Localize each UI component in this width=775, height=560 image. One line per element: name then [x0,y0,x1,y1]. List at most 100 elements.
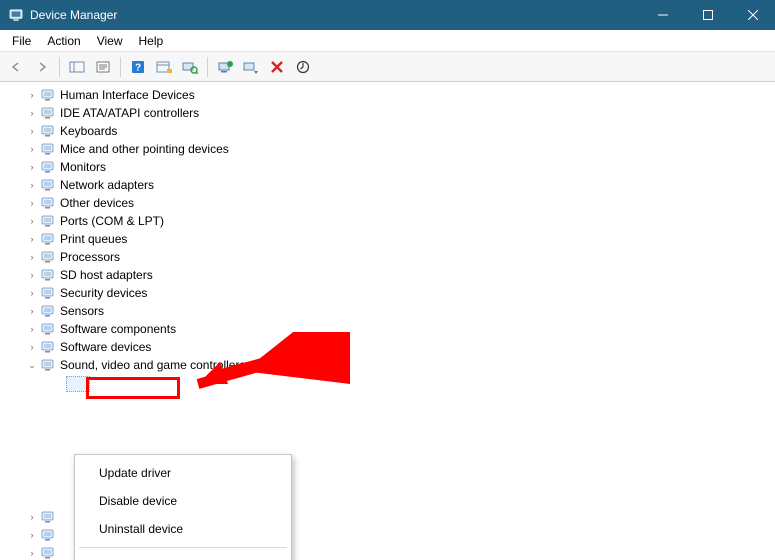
tree-node[interactable]: › Monitors [4,158,771,176]
tree-node-label: Human Interface Devices [60,86,195,104]
tree-node[interactable]: ›Security devices [4,284,771,302]
svg-text:?: ? [135,62,141,73]
titlebar: Device Manager [0,0,775,30]
tree-node-label: Software components [60,320,176,338]
expand-chevron-icon[interactable]: › [26,526,38,544]
expand-chevron-icon[interactable]: › [26,320,38,338]
device-category-icon [40,123,56,139]
tree-node-label: Software devices [60,338,151,356]
enable-device-icon[interactable] [291,55,315,79]
device-tree[interactable]: › Human Interface Devices›IDE ATA/ATAPI c… [0,82,775,560]
back-button[interactable] [4,55,28,79]
device-category-icon [40,509,56,525]
device-category-icon [40,231,56,247]
expand-chevron-icon[interactable]: › [26,230,38,248]
expand-chevron-icon[interactable]: › [26,176,38,194]
device-category-icon [40,339,56,355]
expand-chevron-icon[interactable]: › [26,212,38,230]
expand-chevron-icon[interactable]: › [26,284,38,302]
tree-node[interactable]: ⌄Sound, video and game controllers [4,356,771,374]
expand-chevron-icon[interactable]: › [26,508,38,526]
tree-node[interactable]: › SD host adapters [4,266,771,284]
uninstall-device-icon[interactable] [265,55,289,79]
tree-node[interactable]: › Software devices [4,338,771,356]
expand-chevron-icon[interactable]: › [26,302,38,320]
tree-node-label: Keyboards [60,122,117,140]
menu-view[interactable]: View [89,32,131,50]
tree-node-label: Monitors [60,158,106,176]
expand-chevron-icon[interactable]: › [26,122,38,140]
expand-chevron-icon[interactable]: › [26,248,38,266]
expand-chevron-icon[interactable]: › [26,86,38,104]
expand-chevron-icon[interactable]: › [26,158,38,176]
ctx-separator [79,547,287,548]
menu-help[interactable]: Help [131,32,172,50]
scan-hardware-icon[interactable] [178,55,202,79]
tree-node[interactable]: › Other devices [4,194,771,212]
device-category-icon [40,87,56,103]
ctx-uninstall-device[interactable]: Uninstall device [77,515,289,543]
disable-device-icon[interactable] [239,55,263,79]
toolbar-separator [59,57,60,77]
expand-chevron-icon[interactable]: › [26,104,38,122]
menubar: File Action View Help [0,30,775,52]
tree-node-label: Mice and other pointing devices [60,140,229,158]
device-category-icon [40,285,56,301]
tree-node[interactable]: › Mice and other pointing devices [4,140,771,158]
selected-child-placeholder[interactable] [66,376,90,392]
device-category-icon [40,195,56,211]
tree-node-label: Ports (COM & LPT) [60,212,164,230]
menu-action[interactable]: Action [39,32,88,50]
ctx-disable-device[interactable]: Disable device [77,487,289,515]
tree-node[interactable]: › Processors [4,248,771,266]
window-title: Device Manager [30,8,640,22]
expand-chevron-icon[interactable]: ⌄ [26,356,38,374]
tree-node-label: Other devices [60,194,134,212]
device-category-icon [40,159,56,175]
tree-node[interactable]: ›Print queues [4,230,771,248]
app-icon [8,7,24,23]
tree-node-label: Network adapters [60,176,154,194]
ctx-scan-hardware[interactable]: Scan for hardware changes [77,552,289,560]
show-hide-console-icon[interactable] [65,55,89,79]
device-category-icon [40,213,56,229]
tree-node-label: SD host adapters [60,266,153,284]
tree-node[interactable]: › Human Interface Devices [4,86,771,104]
tree-node[interactable]: › Sensors [4,302,771,320]
maximize-button[interactable] [685,0,730,30]
tree-node[interactable]: › Ports (COM & LPT) [4,212,771,230]
device-category-icon [40,527,56,543]
toolbar-separator [120,57,121,77]
expand-chevron-icon[interactable]: › [26,266,38,284]
ctx-update-driver[interactable]: Update driver [77,459,289,487]
menu-file[interactable]: File [4,32,39,50]
device-category-icon [40,105,56,121]
tree-node-label: Processors [60,248,120,266]
device-category-icon [40,321,56,337]
device-category-icon [40,177,56,193]
properties-icon[interactable] [91,55,115,79]
minimize-button[interactable] [640,0,685,30]
toolbar: ? [0,52,775,82]
toolbar-separator [207,57,208,77]
expand-chevron-icon[interactable]: › [26,544,38,560]
tree-node[interactable]: ›IDE ATA/ATAPI controllers [4,104,771,122]
action-bars-icon[interactable] [152,55,176,79]
help-icon[interactable]: ? [126,55,150,79]
tree-node-label: Sensors [60,302,104,320]
tree-node[interactable]: › Keyboards [4,122,771,140]
tree-node[interactable]: › Software components [4,320,771,338]
tree-node[interactable]: › Network adapters [4,176,771,194]
device-category-icon [40,545,56,560]
expand-chevron-icon[interactable]: › [26,140,38,158]
device-category-icon [40,357,56,373]
forward-button[interactable] [30,55,54,79]
window-controls [640,0,775,30]
close-button[interactable] [730,0,775,30]
device-category-icon [40,249,56,265]
context-menu: Update driver Disable device Uninstall d… [74,454,292,560]
update-driver-icon[interactable] [213,55,237,79]
expand-chevron-icon[interactable]: › [26,194,38,212]
expand-chevron-icon[interactable]: › [26,338,38,356]
device-category-icon [40,303,56,319]
